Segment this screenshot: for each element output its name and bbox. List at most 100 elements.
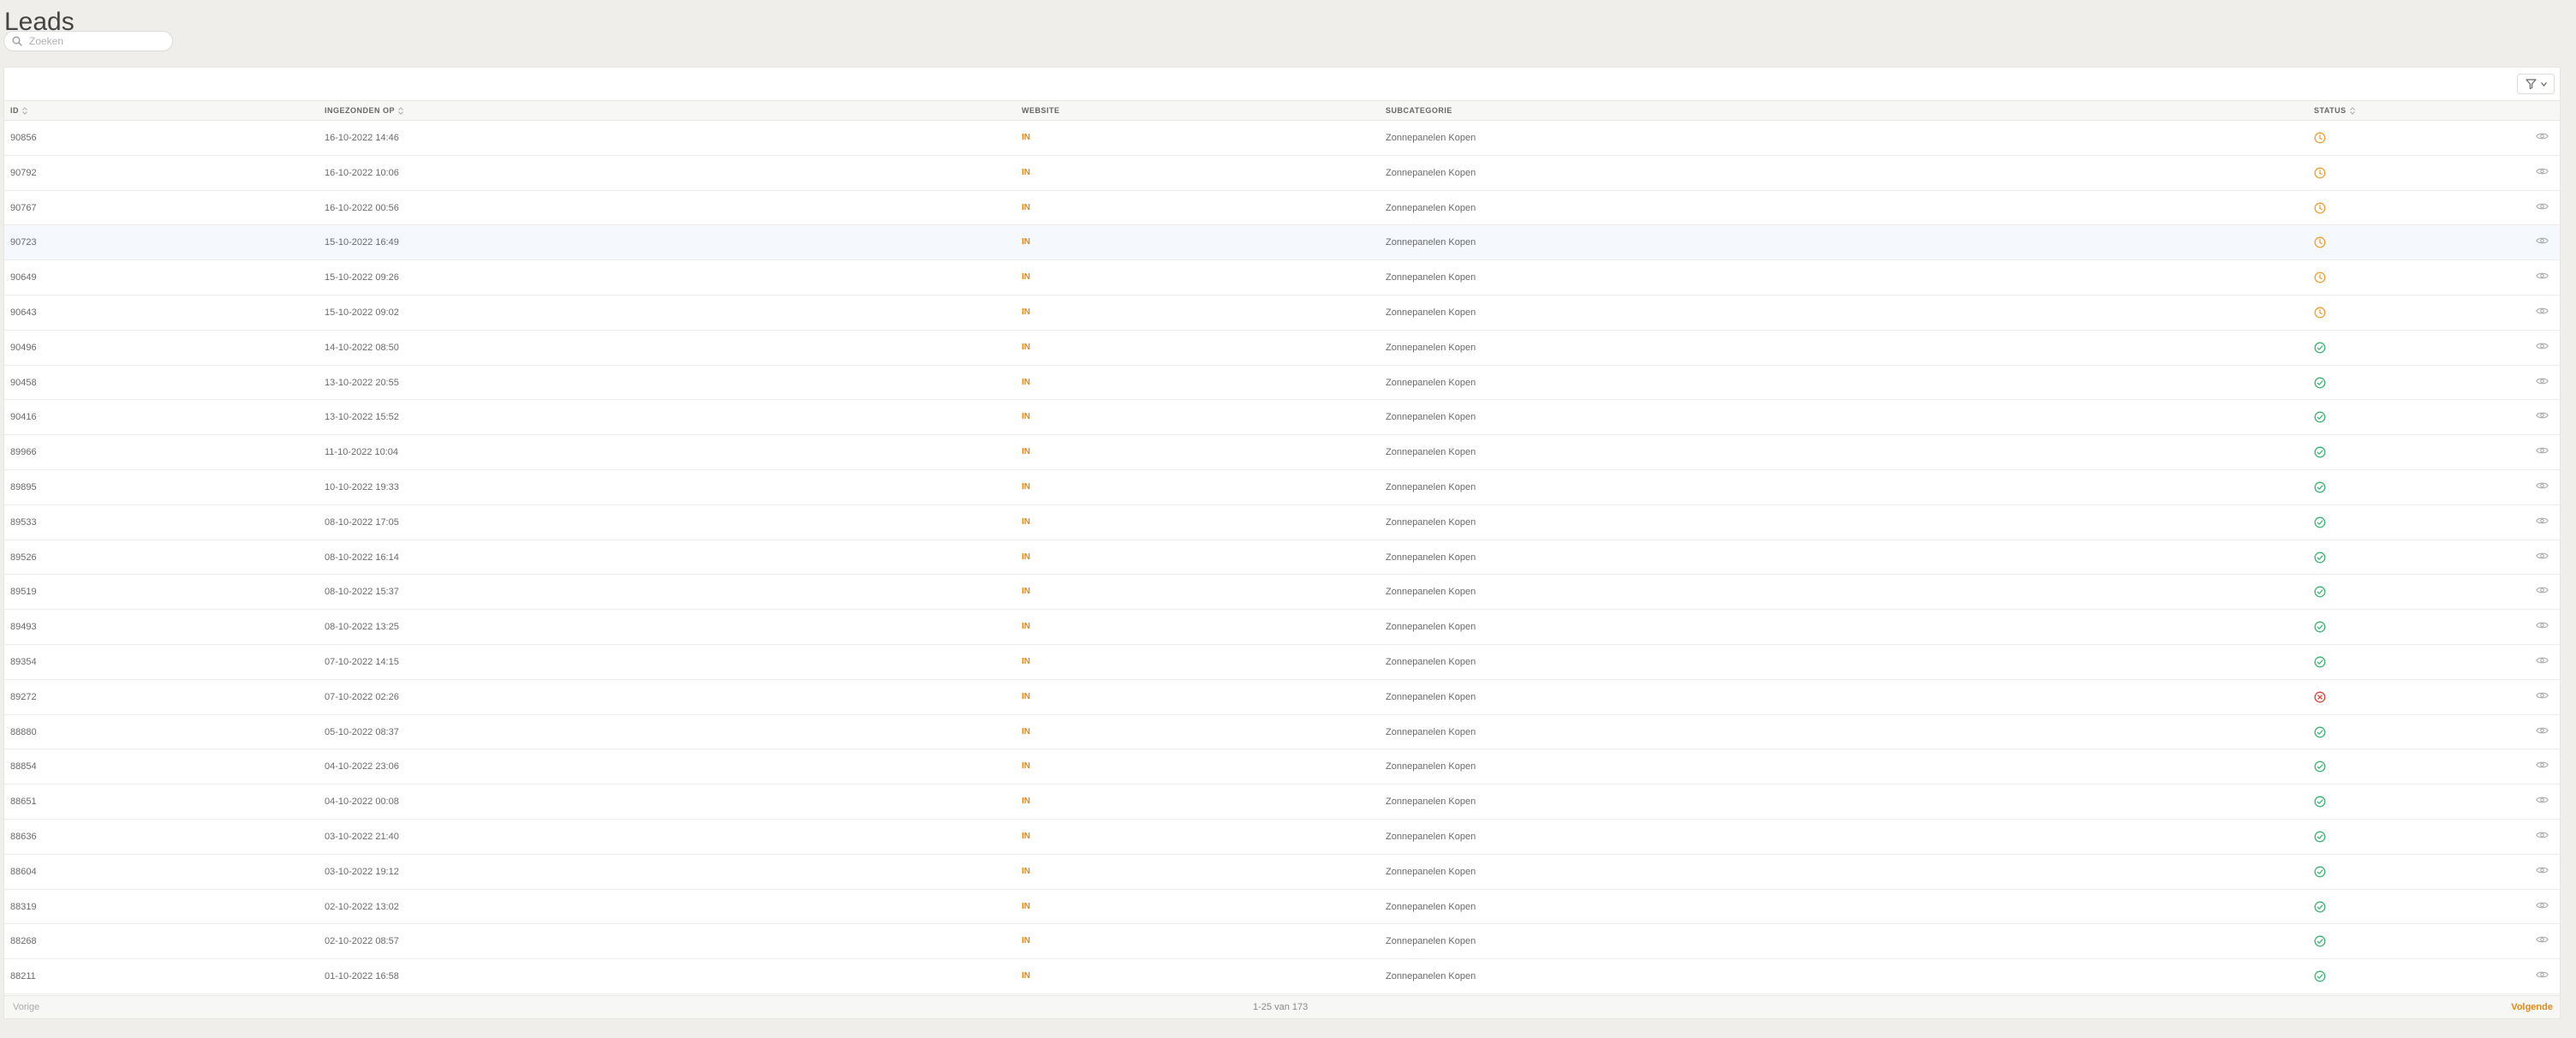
table-row[interactable]: 90767 16-10-2022 00:56 IN Zonnepanelen Kope… [4,191,2560,226]
table-row[interactable]: 90649 15-10-2022 09:26 IN Zonnepanelen Kope… [4,260,2560,295]
website-label: IN [1022,447,1030,457]
search-box[interactable] [3,31,173,51]
table-row[interactable]: 88319 02-10-2022 13:02 IN Zonnepanelen Kope… [4,890,2560,925]
eye-icon[interactable] [2536,935,2549,947]
check-circle-icon [2314,656,2326,668]
eye-icon[interactable] [2536,446,2549,458]
check-circle-icon [2314,586,2326,598]
next-page-button[interactable]: Volgende [2511,1002,2553,1012]
table-row[interactable]: 88604 03-10-2022 19:12 IN Zonnepanelen Kope… [4,855,2560,890]
eye-icon[interactable] [2536,167,2549,179]
submitted-date: 08-10-2022 16:14 [325,552,399,563]
table-row[interactable]: 89533 08-10-2022 17:05 IN Zonnepanelen Kope… [4,505,2560,540]
table-row[interactable]: 89526 08-10-2022 16:14 IN Zonnepanelen Kope… [4,540,2560,576]
website-label: IN [1022,796,1030,807]
lead-id: 90792 [10,167,37,178]
lead-id: 88854 [10,761,37,773]
eye-icon[interactable] [2536,202,2549,214]
eye-icon[interactable] [2536,726,2549,738]
submitted-date: 03-10-2022 19:12 [325,866,399,877]
eye-icon[interactable] [2536,342,2549,354]
eye-icon[interactable] [2536,552,2549,564]
check-circle-icon [2314,411,2326,423]
lead-id: 90649 [10,272,37,283]
eye-icon[interactable] [2536,271,2549,283]
lead-id: 88636 [10,831,37,842]
table-row[interactable]: 90856 16-10-2022 14:46 IN Zonnepanelen Kope… [4,121,2560,156]
table-row[interactable]: 88651 04-10-2022 00:08 IN Zonnepanelen Kope… [4,784,2560,820]
column-header-submitted[interactable]: INGEZONDEN OP [325,101,403,120]
table-row[interactable]: 88880 05-10-2022 08:37 IN Zonnepanelen Kope… [4,715,2560,750]
table-row[interactable]: 89493 08-10-2022 13:25 IN Zonnepanelen Kope… [4,610,2560,645]
column-header-status[interactable]: STATUS [2314,101,2355,120]
table-row[interactable]: 89895 10-10-2022 19:33 IN Zonnepanelen Kope… [4,470,2560,505]
subcategory-label: Zonnepanelen Kopen [1386,796,1476,808]
eye-icon[interactable] [2536,236,2549,248]
check-circle-icon [2314,342,2326,354]
table-row[interactable]: 88211 01-10-2022 16:58 IN Zonnepanelen Kope… [4,959,2560,994]
submitted-date: 11-10-2022 10:04 [325,447,399,458]
table-row[interactable]: 90792 16-10-2022 10:06 IN Zonnepanelen Kope… [4,156,2560,191]
subcategory-label: Zonnepanelen Kopen [1386,831,1476,842]
filter-button[interactable] [2517,74,2555,94]
eye-icon[interactable] [2536,691,2549,703]
website-label: IN [1022,552,1030,562]
subcategory-label: Zonnepanelen Kopen [1386,971,1476,982]
website-label: IN [1022,622,1030,632]
x-circle-icon [2314,691,2326,703]
lead-id: 90643 [10,307,37,318]
table-row[interactable]: 89354 07-10-2022 14:15 IN Zonnepanelen Kope… [4,645,2560,680]
submitted-date: 13-10-2022 20:55 [325,377,399,388]
table-row[interactable]: 88268 02-10-2022 08:57 IN Zonnepanelen Kope… [4,924,2560,960]
table-row[interactable]: 90496 14-10-2022 08:50 IN Zonnepanelen Kope… [4,331,2560,366]
eye-icon[interactable] [2536,831,2549,843]
eye-icon[interactable] [2536,586,2549,598]
column-header-id[interactable]: ID [10,101,27,120]
search-input[interactable] [27,34,168,48]
eye-icon[interactable] [2536,132,2549,144]
eye-icon[interactable] [2536,761,2549,773]
table-row[interactable]: 90458 13-10-2022 20:55 IN Zonnepanelen Kope… [4,366,2560,401]
subcategory-label: Zonnepanelen Kopen [1386,272,1476,283]
eye-icon[interactable] [2536,481,2549,493]
eye-icon[interactable] [2536,796,2549,808]
subcategory-label: Zonnepanelen Kopen [1386,936,1476,947]
table-row[interactable]: 89966 11-10-2022 10:04 IN Zonnepanelen Kope… [4,435,2560,470]
column-header-label: INGEZONDEN OP [325,106,396,115]
table-row[interactable]: 88636 03-10-2022 21:40 IN Zonnepanelen Kope… [4,820,2560,855]
filter-icon [2525,79,2537,89]
column-header-label: ID [10,106,19,115]
lead-id: 89272 [10,691,37,702]
table-row[interactable]: 90416 13-10-2022 15:52 IN Zonnepanelen Kope… [4,400,2560,436]
table-row[interactable]: 89272 07-10-2022 02:26 IN Zonnepanelen Kope… [4,680,2560,715]
subcategory-label: Zonnepanelen Kopen [1386,761,1476,773]
eye-icon[interactable] [2536,656,2549,668]
eye-icon[interactable] [2536,411,2549,423]
column-header-website: WEBSITE [1022,101,1060,120]
clock-icon [2314,202,2326,214]
column-header-label: SUBCATEGORIE [1386,106,1452,115]
table-row[interactable]: 88854 04-10-2022 23:06 IN Zonnepanelen Kope… [4,749,2560,785]
submitted-date: 05-10-2022 08:37 [325,726,399,737]
eye-icon[interactable] [2536,901,2549,913]
eye-icon[interactable] [2536,516,2549,528]
subcategory-label: Zonnepanelen Kopen [1386,552,1476,563]
previous-page-button[interactable]: Vorige [13,1002,39,1012]
table-body: 90856 16-10-2022 14:46 IN Zonnepanelen Kope… [4,121,2560,994]
eye-icon[interactable] [2536,621,2549,633]
eye-icon[interactable] [2536,377,2549,389]
check-circle-icon [2314,552,2326,564]
lead-id: 90416 [10,412,37,423]
eye-icon[interactable] [2536,307,2549,319]
eye-icon[interactable] [2536,970,2549,982]
eye-icon[interactable] [2536,866,2549,878]
table-row[interactable]: 89519 08-10-2022 15:37 IN Zonnepanelen Kope… [4,575,2560,611]
column-header-label: STATUS [2314,106,2346,115]
website-label: IN [1022,656,1030,666]
lead-id: 88880 [10,726,37,737]
submitted-date: 15-10-2022 09:02 [325,307,399,318]
subcategory-label: Zonnepanelen Kopen [1386,866,1476,877]
table-row[interactable]: 90723 15-10-2022 16:49 IN Zonnepanelen Kope… [4,225,2560,261]
subcategory-label: Zonnepanelen Kopen [1386,516,1476,528]
table-row[interactable]: 90643 15-10-2022 09:02 IN Zonnepanelen Kope… [4,295,2560,331]
